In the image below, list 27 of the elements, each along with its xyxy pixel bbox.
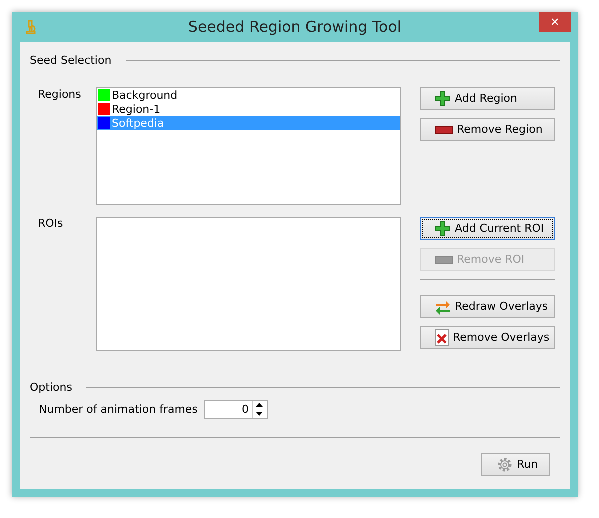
minus-icon	[435, 256, 453, 264]
run-button[interactable]: Run	[481, 453, 550, 476]
action-button[interactable]: Redraw Overlays	[420, 295, 555, 318]
spin-box[interactable]: 0	[204, 400, 268, 419]
window-title: Seeded Region Growing Tool	[188, 18, 402, 36]
plus-icon	[435, 90, 451, 106]
group-title: Options	[30, 381, 72, 394]
regions-list[interactable]: Background Region-1 Softpedia	[96, 87, 401, 205]
list-item[interactable]: Background	[97, 88, 400, 102]
group-title: Seed Selection	[30, 54, 112, 67]
plus-icon	[435, 220, 451, 236]
action-button[interactable]: Remove Overlays	[420, 326, 555, 349]
minus-icon	[435, 126, 453, 134]
list-item[interactable]: Region-1	[97, 102, 400, 116]
spin-down-icon[interactable]	[256, 412, 264, 416]
swap-arrows-icon	[435, 298, 451, 314]
field-label: ROIs	[37, 217, 64, 230]
gear-icon	[497, 456, 513, 472]
field-label: Regions	[37, 88, 82, 101]
close-button[interactable]: ✕	[539, 12, 571, 32]
microscope-icon	[26, 20, 36, 34]
action-button[interactable]: Add Region	[420, 87, 555, 110]
action-button[interactable]: Add Current ROI	[420, 217, 555, 240]
spin-up-icon[interactable]	[256, 403, 264, 408]
field-label: Number of animation frames	[39, 403, 198, 416]
delete-icon	[435, 329, 449, 346]
action-button[interactable]: Remove Region	[420, 118, 555, 141]
